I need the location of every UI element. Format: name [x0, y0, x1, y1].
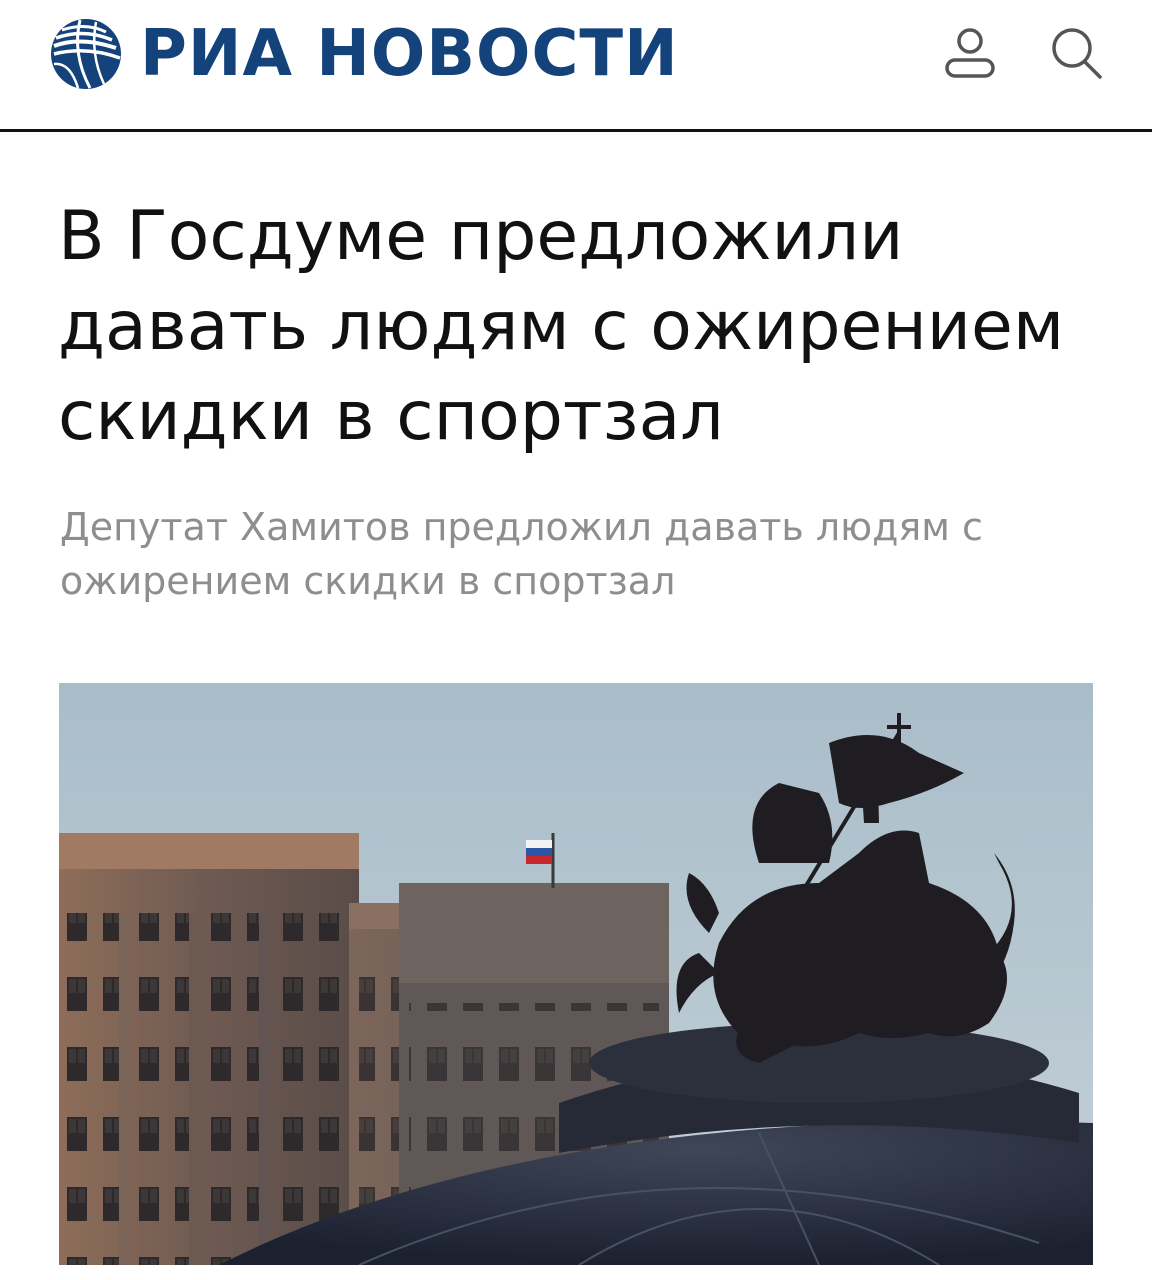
- article-title: В Госдуме предложили давать людям с ожир…: [58, 197, 1065, 456]
- search-icon[interactable]: [1046, 24, 1106, 84]
- user-icon[interactable]: [940, 24, 1000, 84]
- article-subtitle: Депутат Хамитов предложил давать людям с…: [60, 505, 983, 603]
- site-logo[interactable]: РИА НОВОСТИ: [50, 18, 679, 90]
- ria-globe-logo-icon: [51, 19, 121, 89]
- logo-text: РИА НОВОСТИ: [140, 17, 679, 91]
- article-photo: [59, 683, 1093, 1265]
- site-header: РИА НОВОСТИ: [0, 0, 1152, 132]
